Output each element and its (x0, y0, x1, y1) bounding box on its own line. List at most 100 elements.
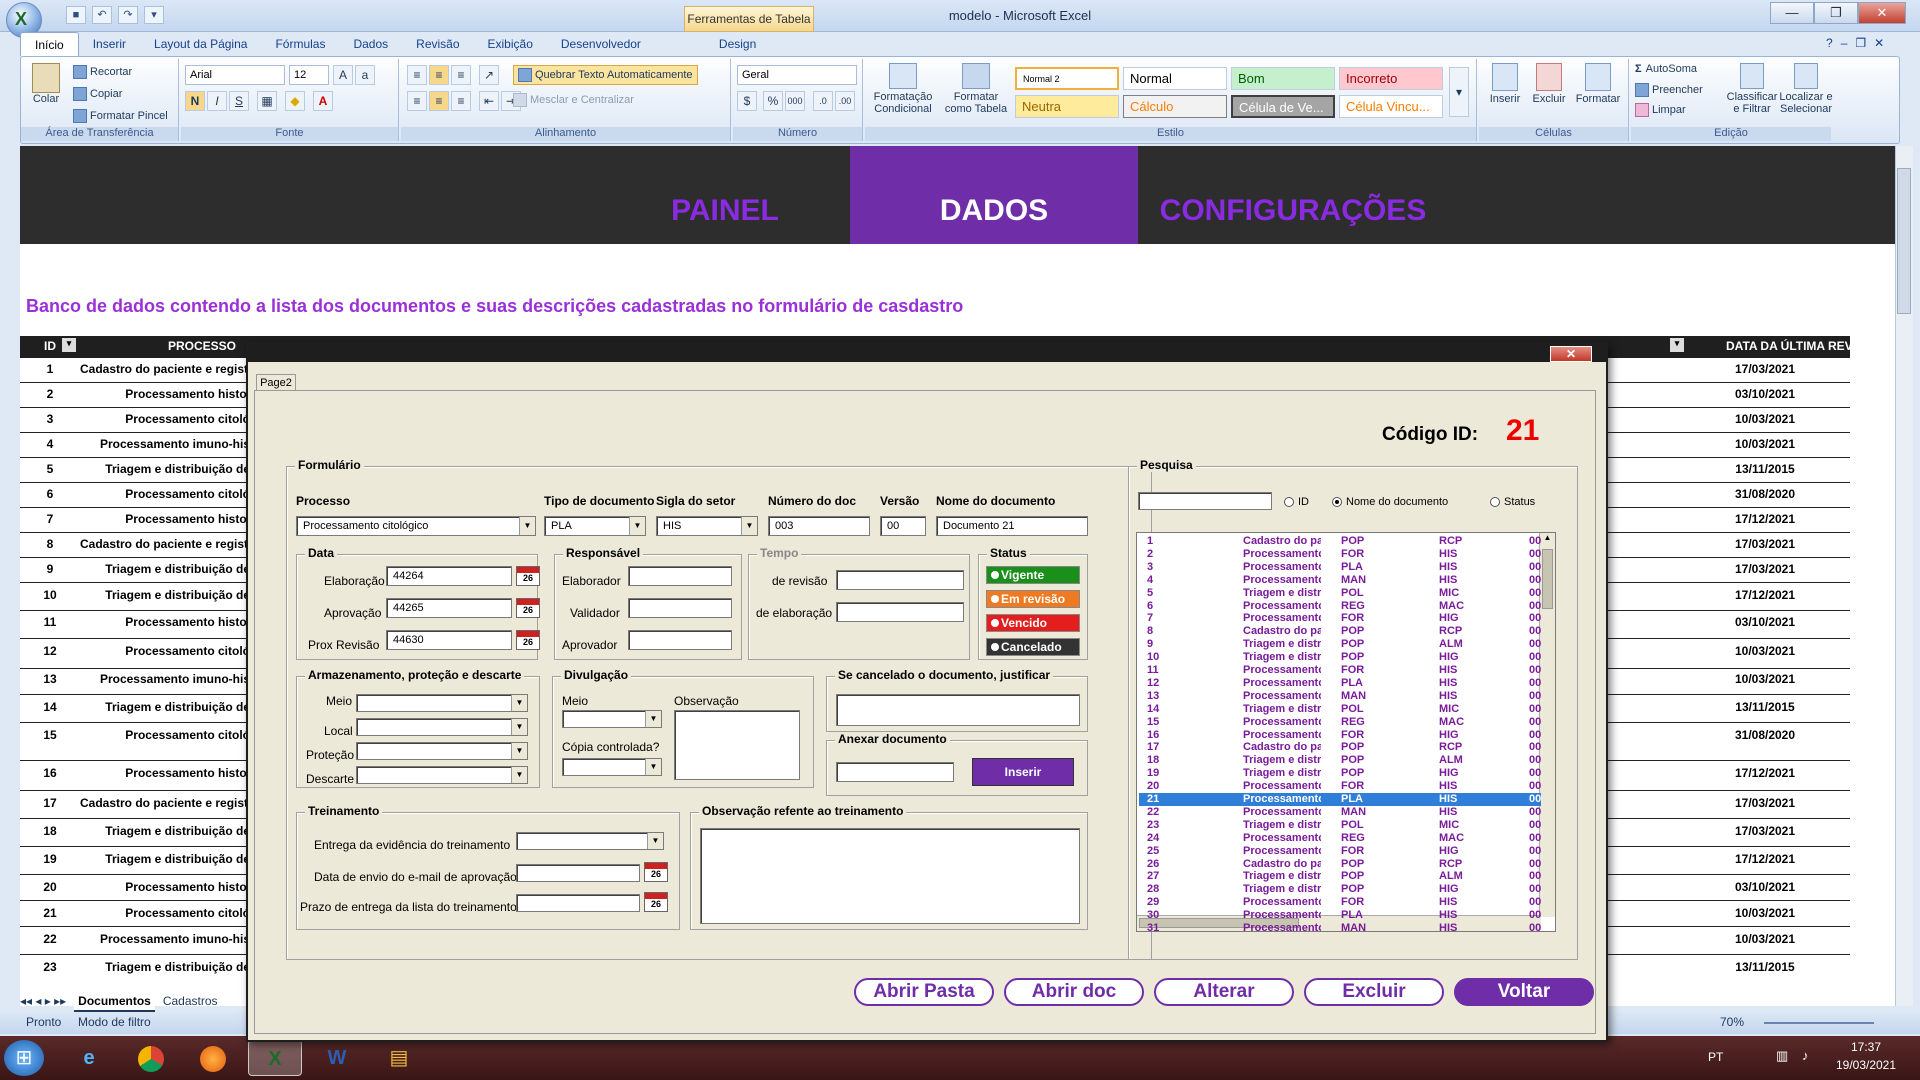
list-item[interactable]: 22 Processamento MAN HIS 00 (1139, 806, 1541, 819)
autosum-button[interactable]: Σ AutoSoma (1635, 63, 1697, 75)
scroll-up-icon[interactable]: ▲ (1540, 533, 1555, 547)
radio-nome[interactable]: Nome do documento (1332, 496, 1448, 508)
list-item[interactable]: 14 Triagem e distr POL MIC 00 (1139, 703, 1541, 716)
dropdown-arrow-icon[interactable]: ▼ (741, 517, 757, 535)
numero-input[interactable]: 003 (768, 516, 870, 536)
cell-id[interactable]: 20 (20, 880, 80, 894)
cell-ultima-revisao[interactable]: 13/11/2015 (1700, 700, 1830, 714)
dropdown-arrow-icon[interactable]: ▼ (511, 767, 527, 783)
cell-ultima-revisao[interactable]: 03/10/2021 (1700, 615, 1830, 629)
list-item[interactable]: 6 Processamento REG MAC 00 (1139, 600, 1541, 613)
dropdown-arrow-icon[interactable]: ▼ (511, 695, 527, 711)
tipo-select[interactable]: PLA ▼ (544, 516, 646, 536)
descarte-select[interactable]: ▼ (356, 766, 528, 784)
insert-cells-button[interactable]: Inserir (1485, 63, 1525, 105)
elaborador-input[interactable] (628, 566, 732, 586)
radio-status[interactable]: Status (1490, 496, 1535, 508)
save-icon[interactable]: ■ (66, 6, 86, 24)
tempo-revisao-input[interactable] (836, 570, 964, 590)
style-bom[interactable]: Bom (1231, 67, 1335, 90)
tab-exibicao[interactable]: Exibição (474, 32, 547, 56)
cell-id[interactable]: 19 (20, 852, 80, 866)
list-scroll-thumb[interactable] (1542, 549, 1553, 609)
language-indicator[interactable]: PT (1708, 1050, 1723, 1064)
nome-input[interactable]: Documento 21 (936, 516, 1088, 536)
cell-id[interactable]: 5 (20, 462, 80, 476)
sort-filter-button[interactable]: Classificar e Filtrar (1725, 63, 1779, 115)
list-item[interactable]: 2 Processamento FOR HIS 00 (1139, 548, 1541, 561)
list-item[interactable]: 21 Processamento PLA HIS 00 (1139, 793, 1541, 806)
cell-ultima-revisao[interactable]: 10/03/2021 (1700, 437, 1830, 451)
cell-ultima-revisao[interactable]: 17/03/2021 (1700, 796, 1830, 810)
obs-treinamento-textarea[interactable] (700, 828, 1080, 924)
list-item[interactable]: 25 Processamento FOR HIG 00 (1139, 845, 1541, 858)
cell-id[interactable]: 4 (20, 437, 80, 451)
list-item[interactable]: 11 Processamento FOR HIS 00 (1139, 664, 1541, 677)
list-item[interactable]: 8 Cadastro do pa POP RCP 00 (1139, 625, 1541, 638)
cell-id[interactable]: 7 (20, 512, 80, 526)
cell-ultima-revisao[interactable]: 17/12/2021 (1700, 512, 1830, 526)
thousands-button[interactable]: 000 (785, 91, 805, 111)
cell-processo[interactable]: Processamento imuno-his (80, 932, 250, 946)
restore-button[interactable]: ❐ (1814, 2, 1858, 24)
list-item[interactable]: 4 Processamento MAN HIS 00 (1139, 574, 1541, 587)
pesquisa-listbox[interactable]: ▲ 1 Cadastro do pa POP RCP 00 2 Processamento F… (1136, 532, 1556, 932)
align-right-icon[interactable]: ≡ (451, 91, 471, 111)
cell-processo[interactable]: Triagem e distribuição de (80, 960, 250, 974)
list-item[interactable]: 24 Processamento REG MAC 00 (1139, 832, 1541, 845)
cell-ultima-revisao[interactable]: 17/12/2021 (1700, 766, 1830, 780)
help-icon[interactable]: ? (1826, 36, 1833, 50)
cell-ultima-revisao[interactable]: 03/10/2021 (1700, 880, 1830, 894)
decrease-indent-icon[interactable]: ⇤ (479, 91, 499, 111)
aprovador-input[interactable] (628, 630, 732, 650)
cell-ultima-revisao[interactable]: 31/08/2020 (1700, 487, 1830, 501)
align-middle-icon[interactable]: ≡ (429, 65, 449, 85)
tab-layout[interactable]: Layout da Página (140, 32, 261, 56)
tab-inicio[interactable]: Início (20, 32, 79, 56)
dropdown-arrow-icon[interactable]: ▼ (647, 833, 663, 849)
status-revisao-button[interactable]: Em revisão (986, 590, 1080, 608)
abrir-doc-button[interactable]: Abrir doc (1004, 978, 1144, 1006)
orientation-icon[interactable]: ↗ (479, 65, 499, 85)
versao-input[interactable]: 00 (880, 516, 926, 536)
calendar-icon[interactable]: 26 (516, 630, 540, 650)
cell-ultima-revisao[interactable]: 17/12/2021 (1700, 852, 1830, 866)
cell-ultima-revisao[interactable]: 17/03/2021 (1700, 824, 1830, 838)
divulgacao-meio-select[interactable]: ▼ (562, 710, 662, 728)
increase-decimal-icon[interactable]: .0 (813, 91, 833, 111)
style-calculo[interactable]: Cálculo (1123, 95, 1227, 118)
filter-dropdown-icon[interactable]: ▾ (62, 338, 76, 352)
list-item[interactable]: 16 Processamento FOR HIG 00 (1139, 729, 1541, 742)
fill-button[interactable]: Preencher (1635, 83, 1703, 97)
sheet-tab-documentos[interactable]: Documentos (74, 994, 155, 1012)
calendar-icon[interactable]: 26 (516, 598, 540, 618)
dropdown-arrow-icon[interactable]: ▼ (645, 759, 661, 775)
cell-ultima-revisao[interactable]: 17/12/2021 (1700, 588, 1830, 602)
word-taskbar-icon[interactable]: W (310, 1040, 364, 1076)
copia-select[interactable]: ▼ (562, 758, 662, 776)
cell-id[interactable]: 1 (20, 362, 80, 376)
list-item[interactable]: 19 Triagem e distr POP HIG 00 (1139, 767, 1541, 780)
filter-dropdown-icon[interactable]: ▾ (1670, 338, 1684, 352)
tab-design[interactable]: Design (705, 32, 770, 56)
merge-center-button[interactable]: Mesclar e Centralizar (513, 93, 634, 107)
cell-id[interactable]: 2 (20, 387, 80, 401)
cell-processo[interactable]: Processamento histol (80, 387, 250, 401)
cell-ultima-revisao[interactable]: 31/08/2020 (1700, 728, 1830, 742)
close-workbook-icon[interactable]: ✕ (1874, 36, 1884, 50)
anexar-input[interactable] (836, 762, 954, 782)
cell-processo[interactable]: Triagem e distribuição de (80, 588, 250, 602)
customize-qat-icon[interactable]: ▾ (144, 6, 164, 24)
list-item[interactable]: 3 Processamento PLA HIS 00 (1139, 561, 1541, 574)
list-item[interactable]: 1 Cadastro do pa POP RCP 00 (1139, 535, 1541, 548)
cell-processo[interactable]: Triagem e distribuição de (80, 700, 250, 714)
processo-select[interactable]: Processamento citológico ▼ (296, 516, 536, 536)
cell-processo[interactable]: Processamento citoló (80, 906, 250, 920)
cell-id[interactable]: 23 (20, 960, 80, 974)
cut-button[interactable]: Recortar (73, 65, 132, 79)
align-bottom-icon[interactable]: ≡ (451, 65, 471, 85)
style-celula-verificacao[interactable]: Célula de Ve... (1231, 95, 1335, 118)
decrease-decimal-icon[interactable]: .00 (835, 91, 855, 111)
align-top-icon[interactable]: ≡ (407, 65, 427, 85)
cell-ultima-revisao[interactable]: 10/03/2021 (1700, 412, 1830, 426)
